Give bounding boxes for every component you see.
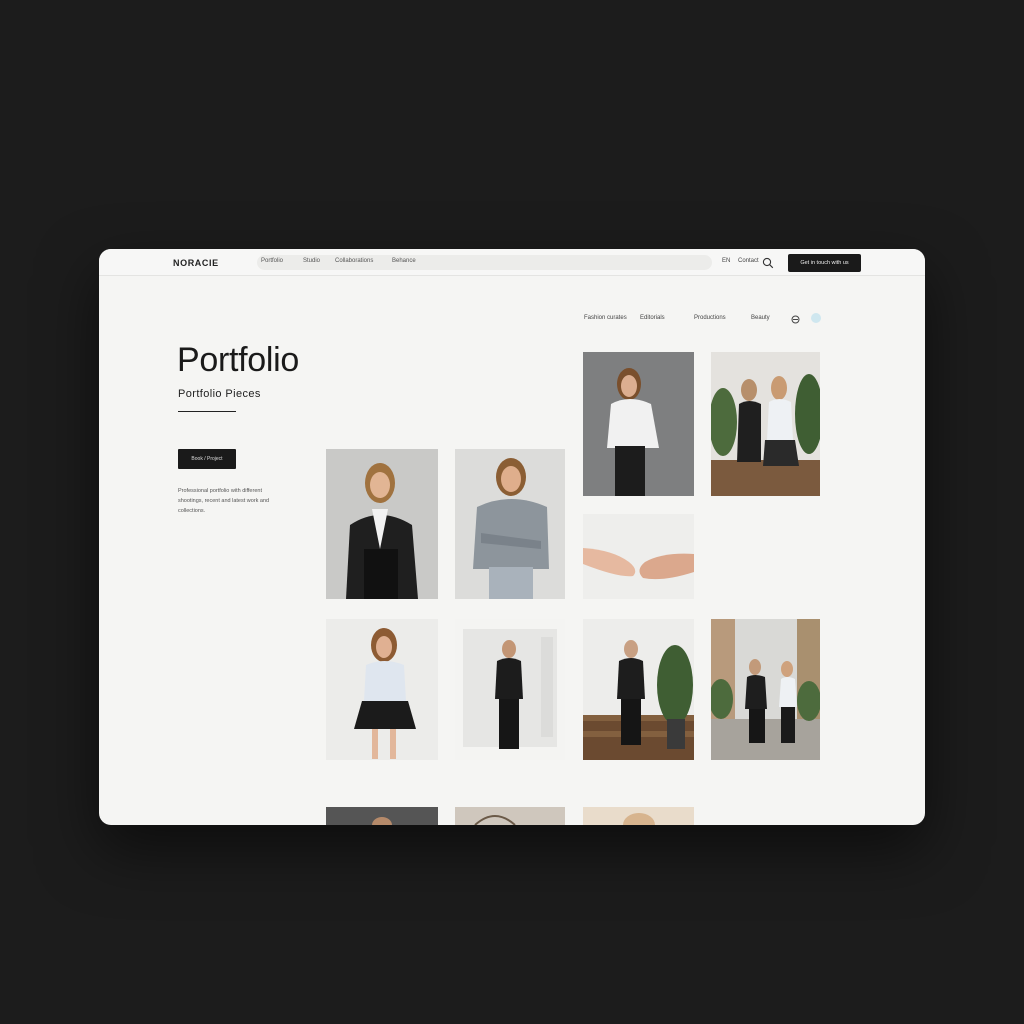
filter-fashion[interactable]: Fashion curates	[584, 315, 627, 321]
nav-bar: Portfolio Studio Collaborations Behance	[257, 255, 712, 270]
contact-link[interactable]: Contact	[738, 258, 759, 264]
photo-partial-1[interactable]	[326, 807, 438, 825]
language-switch[interactable]: EN	[722, 258, 730, 264]
book-project-button[interactable]: Book / Project	[178, 449, 236, 469]
photo-woman-white-shirt-studio[interactable]	[583, 352, 694, 496]
title-divider	[178, 411, 236, 412]
photo-two-women-plants[interactable]	[711, 352, 820, 496]
photo-woman-black-blazer[interactable]	[326, 449, 438, 599]
search-icon[interactable]	[762, 256, 774, 274]
browser-window: NORACIE Portfolio Studio Collaborations …	[99, 249, 925, 825]
refresh-icon[interactable]	[790, 312, 801, 330]
photo-partial-3[interactable]	[583, 807, 694, 825]
brand-logo[interactable]: NORACIE	[173, 258, 219, 268]
photo-man-white-room[interactable]	[455, 619, 565, 760]
nav-link-behance[interactable]: Behance	[392, 258, 416, 264]
photo-man-wooden-stairs[interactable]	[583, 619, 694, 760]
photo-woman-grey-shirt[interactable]	[455, 449, 565, 599]
nav-link-portfolio[interactable]: Portfolio	[261, 258, 283, 264]
photo-hands-touching[interactable]	[583, 514, 694, 599]
photo-couple-street[interactable]	[711, 619, 820, 760]
portfolio-description: Professional portfolio with different sh…	[178, 488, 270, 514]
photo-woman-pleated-skirt[interactable]	[326, 619, 438, 760]
filter-editorials[interactable]: Editorials	[640, 315, 665, 321]
filter-productions[interactable]: Productions	[694, 315, 726, 321]
nav-link-studio[interactable]: Studio	[303, 258, 320, 264]
top-navigation-bar: NORACIE Portfolio Studio Collaborations …	[99, 249, 925, 276]
nav-link-collaborations[interactable]: Collaborations	[335, 258, 373, 264]
get-in-touch-button[interactable]: Get in touch with us	[788, 254, 861, 272]
status-dot	[811, 313, 821, 323]
filter-beauty[interactable]: Beauty	[751, 315, 770, 321]
photo-partial-2[interactable]	[455, 807, 565, 825]
page-title: Portfolio	[177, 341, 300, 379]
page-subtitle: Portfolio Pieces	[178, 388, 261, 400]
